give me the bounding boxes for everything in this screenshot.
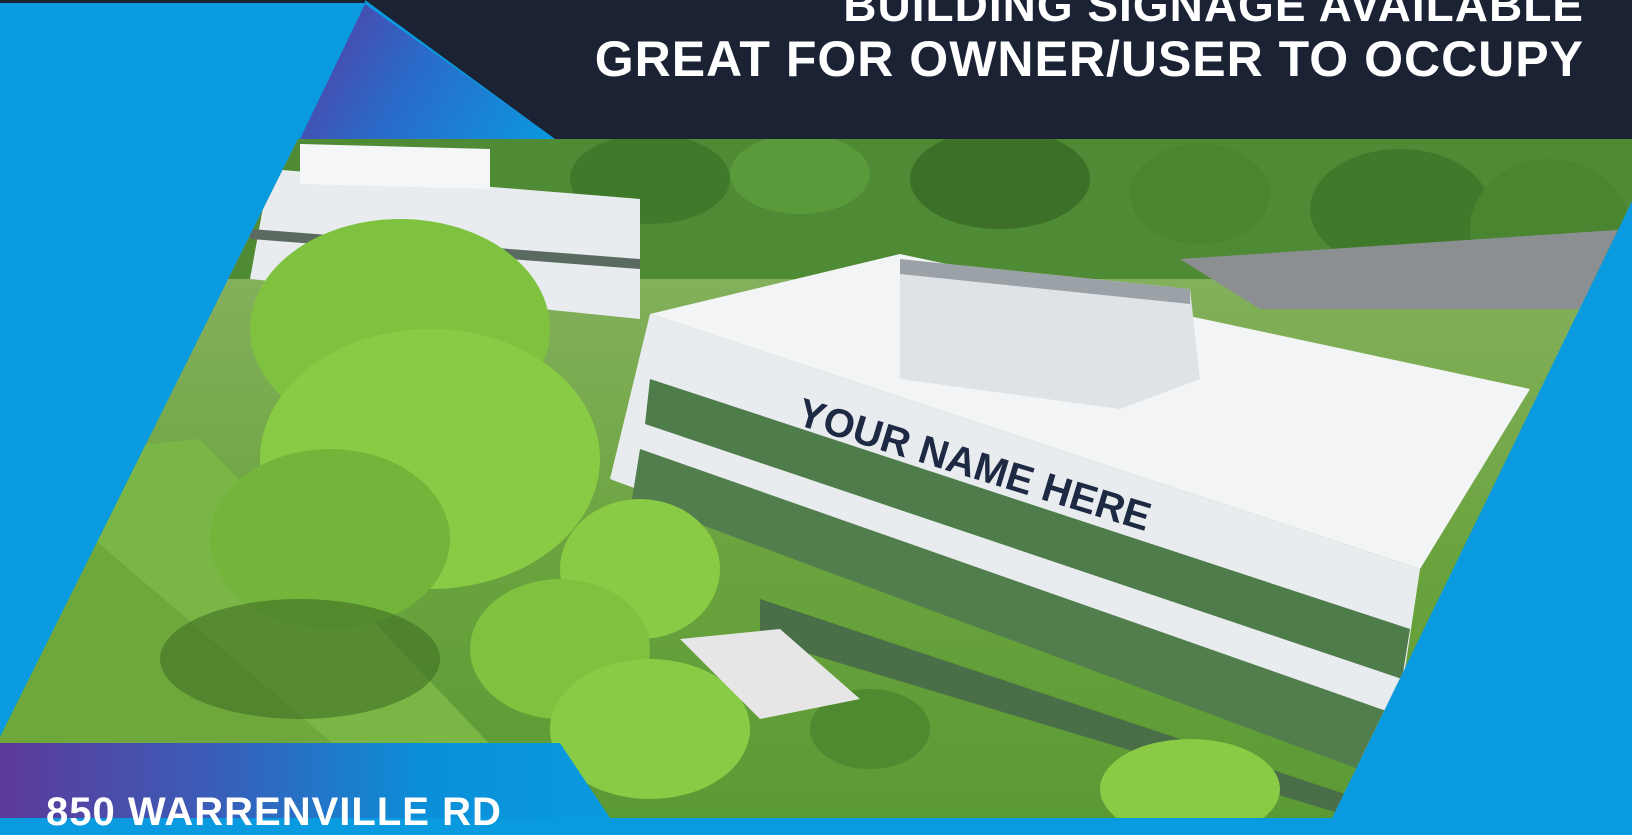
building-illustration: YOUR NAME HERE bbox=[0, 139, 1632, 818]
property-address: 850 WARRENVILLE RD bbox=[46, 790, 502, 834]
headline-signage: BUILDING SIGNAGE AVAILABLE bbox=[843, 0, 1584, 31]
building-aerial-photo: YOUR NAME HERE bbox=[0, 139, 1632, 818]
header-top-rule bbox=[0, 0, 365, 3]
headline-owner-user: GREAT FOR OWNER/USER TO OCCUPY bbox=[594, 31, 1584, 87]
